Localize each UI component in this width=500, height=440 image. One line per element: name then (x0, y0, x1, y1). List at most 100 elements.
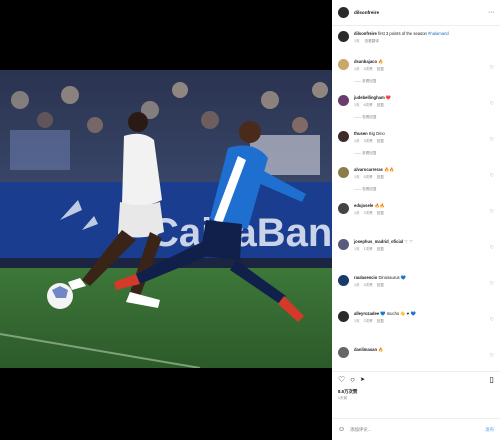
comment-text: 🔥🔥 (374, 203, 385, 208)
comment-like-icon[interactable]: ♡ (490, 209, 494, 215)
comment-likes[interactable]: 3次赞 (364, 139, 373, 143)
comments-list[interactable]: dilsonfreire first 3 points of the seaso… (332, 27, 500, 367)
comment-time: 1天 (354, 175, 360, 179)
author-avatar[interactable] (338, 7, 349, 18)
comment-like-icon[interactable]: ♡ (490, 101, 494, 107)
commenter-avatar[interactable] (338, 203, 349, 214)
reply-button[interactable]: 回复 (377, 175, 384, 179)
comment-likes[interactable]: 6次赞 (364, 103, 373, 107)
commenter-avatar[interactable] (338, 167, 349, 178)
reply-button[interactable]: 回复 (377, 319, 384, 323)
comment-item: edujosele 🔥🔥 1天 2次赞 回复 ♡ (332, 199, 500, 235)
comment-time: 1天 (354, 319, 360, 323)
comment-time: 1天 (354, 283, 360, 287)
comment-rows: dsanbajaco 🔥 1天 4次赞 回复 —— 查看回复 ♡ judebellingha… (332, 55, 500, 367)
more-options-icon[interactable]: ⋯ (488, 9, 494, 16)
post-photo-illustration: CaixaBank (0, 70, 332, 368)
caption-translate[interactable]: 查看翻译 (365, 39, 379, 43)
comment-likes[interactable]: 5次赞 (364, 175, 373, 179)
add-comment-bar: ☺ 发布 (332, 418, 500, 440)
reply-button[interactable]: 回复 (377, 139, 384, 143)
comment-like-icon[interactable]: ♡ (490, 173, 494, 179)
caption-author[interactable]: dilsonfreire (354, 31, 377, 36)
comment-time: 1天 (354, 247, 360, 251)
post-header: dilsonfreire ⋯ (332, 0, 500, 26)
comment-text: 💙 mucho 👋 ♥ 💙 (380, 311, 416, 316)
comment-text: ♡ ♡ (404, 239, 413, 244)
comments-panel: dilsonfreire ⋯ dilsonfreire first 3 poin… (332, 0, 500, 440)
commenter-avatar[interactable] (338, 347, 349, 358)
author-username[interactable]: dilsonfreire (354, 10, 379, 15)
media-pane: CaixaBank (0, 0, 332, 440)
caption-avatar[interactable] (338, 31, 349, 42)
comment-like-icon[interactable]: ♡ (490, 137, 494, 143)
comment-like-icon[interactable]: ♡ (490, 317, 494, 323)
comment-item: raulasencio Dinosaurus 💙 1天 4次赞 回复 ♡ (332, 271, 500, 307)
commenter-username[interactable]: danlimasan (354, 347, 377, 352)
commenter-username[interactable]: thusen (354, 131, 368, 136)
comment-item: alleyrozadee 💙 mucho 👋 ♥ 💙 1天 2次赞 回复 ♡ (332, 307, 500, 343)
post-comment-button[interactable]: 发布 (485, 427, 494, 433)
comment-like-icon[interactable]: ♡ (490, 245, 494, 251)
comment-text: Big Dino (368, 131, 385, 136)
commenter-username[interactable]: edujosele (354, 203, 373, 208)
reply-button[interactable]: 回复 (377, 103, 384, 107)
commenter-username[interactable]: raulasencio (354, 275, 377, 280)
commenter-avatar[interactable] (338, 239, 349, 250)
commenter-avatar[interactable] (338, 311, 349, 322)
comment-item: thusen Big Dino 1天 3次赞 回复 —— 查看回复 ♡ (332, 127, 500, 163)
comment-text: Dinosaurus 💙 (378, 275, 407, 280)
comment-likes[interactable]: 4次赞 (364, 283, 373, 287)
comment-like-icon[interactable]: ♡ (490, 281, 494, 287)
comment-likes[interactable]: 2次赞 (364, 211, 373, 215)
comment-item: josephus_madrid_oficial ♡ ♡ 1天 1次赞 回复 ♡ (332, 235, 500, 271)
comment-item: alvarocarreras 🔥🔥 1天 5次赞 回复 —— 查看回复 ♡ (332, 163, 500, 199)
posted-time: 1天前 (338, 396, 348, 400)
comment-time: 1天 (354, 103, 360, 107)
commenter-avatar[interactable] (338, 95, 349, 106)
view-replies[interactable]: —— 查看回复 (354, 114, 494, 120)
commenter-username[interactable]: josephus_madrid_oficial (354, 239, 403, 244)
comment-time: 1天 (354, 211, 360, 215)
comment-text: 🔥 (378, 59, 384, 64)
comment-likes[interactable]: 4次赞 (364, 67, 373, 71)
comment-item: judebellingham ❤️ 1天 6次赞 回复 —— 查看回复 ♡ (332, 91, 500, 127)
action-bar: ♡ ○ ➤ ▯ (332, 371, 500, 385)
comment-text: 🔥 (378, 347, 384, 352)
comment-likes[interactable]: 2次赞 (364, 319, 373, 323)
like-icon[interactable]: ♡ (338, 375, 345, 384)
emoji-icon[interactable]: ☺ (338, 426, 345, 433)
caption-text: first 3 points of the season (377, 31, 427, 36)
commenter-username[interactable]: alvarocarreras (354, 167, 383, 172)
comment-input[interactable] (350, 427, 481, 432)
commenter-avatar[interactable] (338, 131, 349, 142)
reply-button[interactable]: 回复 (377, 211, 384, 215)
bookmark-icon[interactable]: ▯ (490, 375, 494, 384)
view-replies[interactable]: —— 查看回复 (354, 78, 494, 84)
commenter-username[interactable]: dsanbajaco (354, 59, 377, 64)
comment-item: dsanbajaco 🔥 1天 4次赞 回复 —— 查看回复 ♡ (332, 55, 500, 91)
comment-time: 1天 (354, 139, 360, 143)
share-icon[interactable]: ➤ (360, 376, 365, 383)
commenter-username[interactable]: judebellingham (354, 95, 385, 100)
commenter-username[interactable]: alleyrozadee (354, 311, 379, 316)
comment-like-icon[interactable]: ♡ (490, 353, 494, 359)
post-photo[interactable]: CaixaBank (0, 70, 332, 368)
commenter-avatar[interactable] (338, 59, 349, 70)
view-replies[interactable]: —— 查看回复 (354, 150, 494, 156)
reply-button[interactable]: 回复 (377, 247, 384, 251)
commenter-avatar[interactable] (338, 275, 349, 286)
comment-text: ❤️ (385, 95, 392, 100)
caption-hashtag[interactable]: #hala­ma­rid (428, 31, 449, 36)
reply-button[interactable]: 回复 (377, 67, 384, 71)
caption: dilsonfreire first 3 points of the seaso… (332, 27, 500, 55)
comment-text: 🔥🔥 (384, 167, 395, 172)
comment-time: 1天 (354, 67, 360, 71)
reply-button[interactable]: 回复 (377, 283, 384, 287)
like-count[interactable]: 8.5万次赞 (338, 389, 357, 395)
comment-like-icon[interactable]: ♡ (490, 65, 494, 71)
view-replies[interactable]: —— 查看回复 (354, 186, 494, 192)
comment-icon[interactable]: ○ (350, 375, 355, 384)
caption-time: 1天 (354, 39, 360, 43)
comment-likes[interactable]: 1次赞 (364, 247, 373, 251)
